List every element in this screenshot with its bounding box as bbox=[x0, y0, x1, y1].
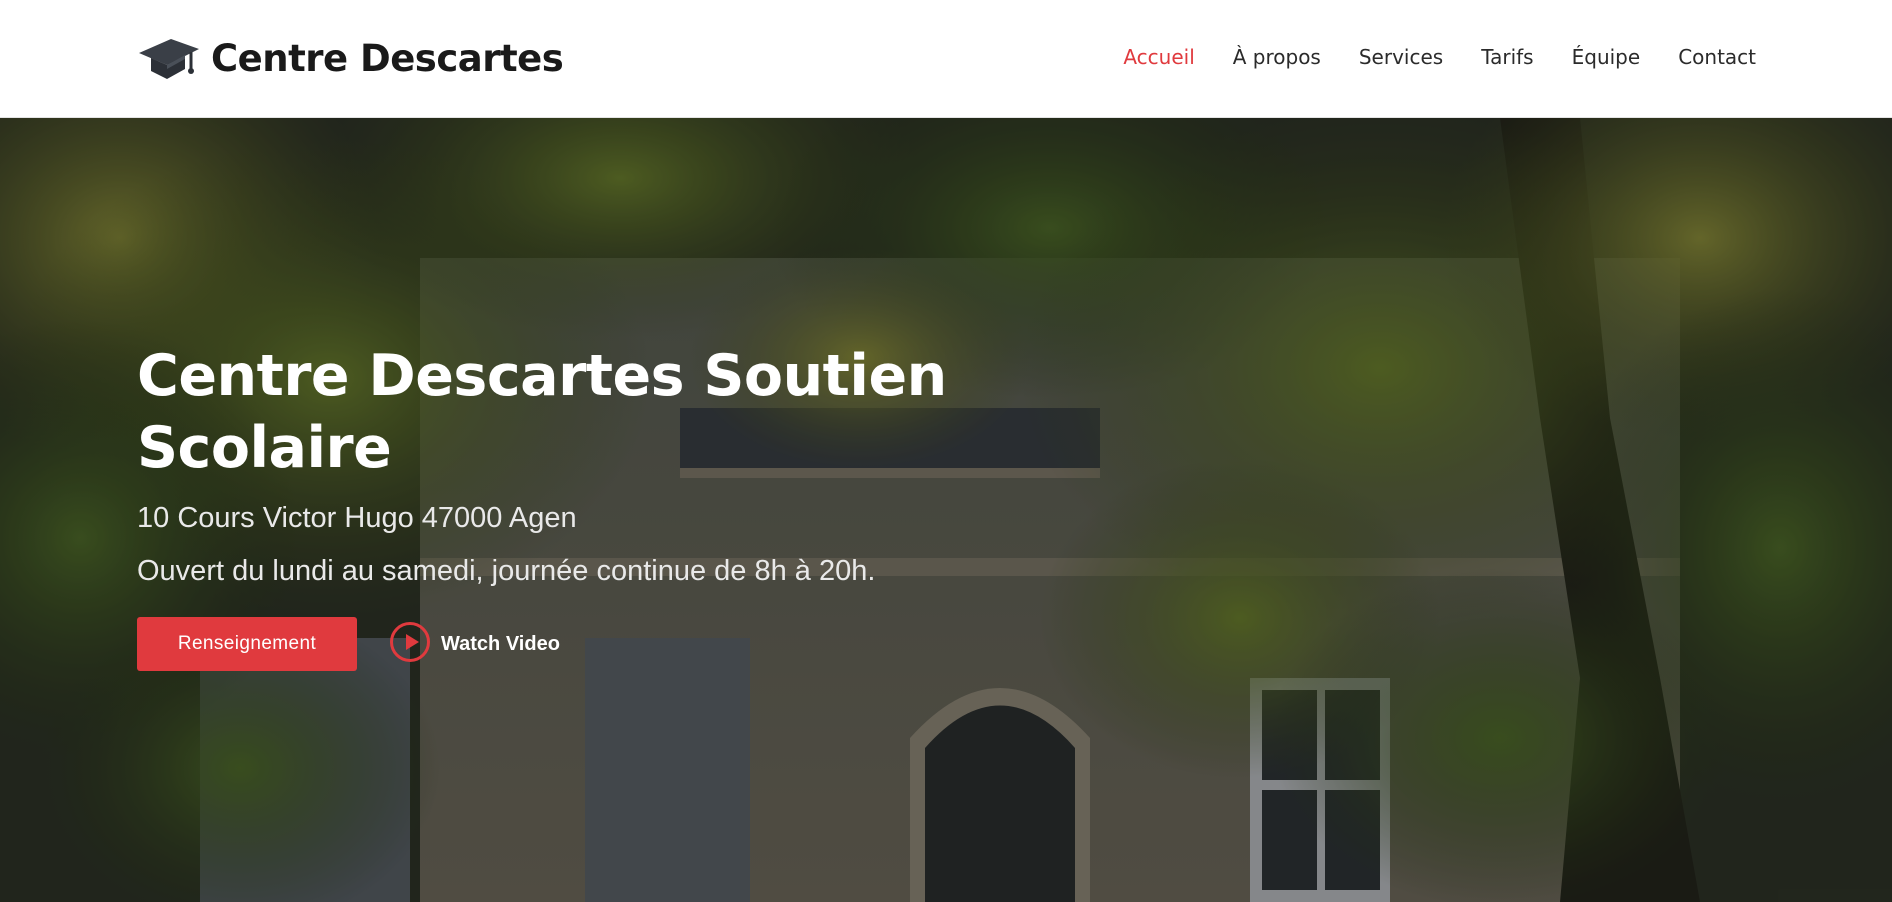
renseignement-button[interactable]: Renseignement bbox=[137, 617, 357, 671]
nav-accueil[interactable]: Accueil bbox=[1123, 45, 1194, 69]
hero-section: Centre Descartes Soutien Scolaire 10 Cou… bbox=[0, 118, 1892, 902]
main-nav: Accueil À propos Services Tarifs Équipe … bbox=[1123, 40, 1756, 74]
nav-a-propos[interactable]: À propos bbox=[1233, 45, 1321, 69]
play-circle-icon bbox=[389, 621, 431, 668]
hero-content: Centre Descartes Soutien Scolaire 10 Cou… bbox=[137, 340, 1037, 671]
nav-tarifs[interactable]: Tarifs bbox=[1481, 45, 1533, 69]
watch-video-link[interactable]: Watch Video bbox=[389, 621, 560, 668]
hero-address: 10 Cours Victor Hugo 47000 Agen bbox=[137, 502, 577, 534]
brand-name: Centre Descartes bbox=[211, 36, 564, 80]
nav-services[interactable]: Services bbox=[1359, 45, 1443, 69]
nav-equipe[interactable]: Équipe bbox=[1572, 45, 1641, 69]
site-header: Centre Descartes Accueil À propos Servic… bbox=[0, 0, 1892, 118]
hero-title: Centre Descartes Soutien Scolaire bbox=[137, 343, 947, 481]
hero-hours: Ouvert du lundi au samedi, journée conti… bbox=[137, 555, 876, 587]
hero-actions: Renseignement Watch Video bbox=[137, 617, 1037, 671]
graduation-cap-icon bbox=[137, 35, 201, 81]
brand[interactable]: Centre Descartes bbox=[137, 30, 564, 86]
nav-contact[interactable]: Contact bbox=[1678, 45, 1756, 69]
watch-video-label: Watch Video bbox=[441, 632, 560, 655]
